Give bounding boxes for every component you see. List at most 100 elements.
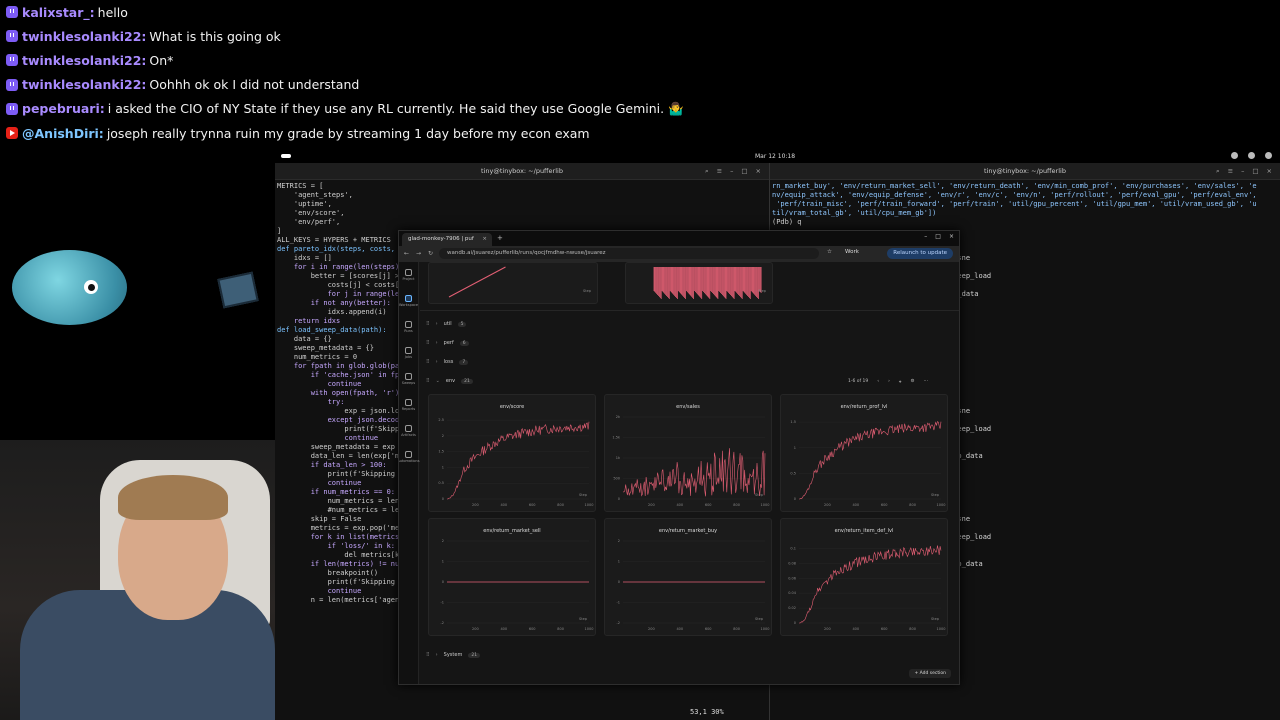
minimize-icon[interactable]: – [1241,167,1244,176]
y-tick-label: -1 [441,601,445,605]
chevron-icon[interactable]: › [436,359,438,365]
chat-text: i asked the CIO of NY State if they use … [107,100,684,116]
add-section-button[interactable]: + Add section [909,669,951,678]
section-name: env [445,378,456,384]
y-tick-label: -2 [617,621,621,625]
sidebar-item-artifacts[interactable]: Artifacts [399,418,418,444]
chart-panel[interactable]: env/return_item_def_lvl 0 0.02 0.04 0.06 0.08… [780,518,948,636]
x-tick-label: 600 [529,503,536,507]
browser-window[interactable]: glad-monkey-7906 | puf × + – □ × ← → ↻ wand… [398,230,960,685]
menu-icon[interactable]: ≡ [1228,167,1233,176]
section-env[interactable]: ⠿ ⌄ env 21 [426,374,473,388]
chevron-icon[interactable]: › [436,321,438,327]
more-icon[interactable]: ⋯ [924,379,929,385]
sidebar-item-automations[interactable]: Automations [399,444,420,470]
section-count: 21 [468,652,481,658]
chart-panel-partial[interactable]: Step [428,262,598,304]
y-tick-label: 1 [794,446,796,450]
volume-icon[interactable] [1248,152,1255,159]
x-tick-label: 200 [824,627,831,631]
chevron-icon[interactable]: › [436,652,438,658]
chat-username[interactable]: @AnishDiri: [22,126,104,141]
sidebar-item-workspace[interactable]: Workspace [399,288,418,314]
drag-handle-icon[interactable]: ⠿ [426,321,430,327]
clock[interactable]: Mar 12 10:18 [755,153,795,160]
chat-message: twinklesolanki22: Oohhh ok ok I did not u… [0,73,720,97]
pin-icon[interactable]: ⌖ [899,379,902,385]
sidebar-item-label: Runs [404,329,413,333]
y-tick-label: 1.5k [612,436,621,440]
sidebar-item-label: Sweeps [401,381,416,385]
twitch-icon [6,30,18,43]
y-tick-label: 500 [613,477,620,481]
wandb-workspace[interactable]: Step Step ⠿ › util 5 ⠿ › perf 6 ⠿ › loss 7 ⠿ ⌄ env 21 1-6 … [420,262,959,684]
x-tick-label: 800 [909,503,916,507]
profile-work-button[interactable]: Work [845,249,859,255]
minimize-icon[interactable]: – [730,167,733,176]
forward-icon[interactable]: → [416,250,421,257]
x-tick-label: 200 [824,503,831,507]
prev-page-icon[interactable]: ‹ [877,379,879,385]
close-icon[interactable]: × [1267,167,1272,176]
chart-panel[interactable]: env/return_prof_lvl 0 0.5 1 1.5 200 400 600 800 1… [780,394,948,512]
sidebar-item-sweeps[interactable]: Sweeps [399,366,418,392]
chat-username[interactable]: twinklesolanki22: [22,77,146,92]
section-loss[interactable]: ⠿ › loss 7 [426,355,469,369]
chart-svg: 0 0.5 1 1.5 200 400 600 800 1000 Step [790,420,945,507]
chat-username[interactable]: pepebruari: [22,101,105,116]
back-icon[interactable]: ← [404,250,409,257]
maximize-icon[interactable]: □ [935,233,941,240]
close-icon[interactable]: × [949,233,954,240]
browser-tab[interactable]: glad-monkey-7906 | puf × [402,233,492,246]
drag-handle-icon[interactable]: ⠿ [426,359,430,365]
stream-frame: kalixstar_: hello twinklesolanki22: What is… [0,0,1280,720]
y-tick-label: 0 [618,580,620,584]
menu-icon[interactable]: ≡ [717,167,722,176]
section-util[interactable]: ⠿ › util 5 [426,317,467,331]
section-perf[interactable]: ⠿ › perf 6 [426,336,469,350]
chart-panel[interactable]: env/return_market_buy -2 -1 0 1 2 200 400 600 800… [604,518,772,636]
maximize-icon[interactable]: □ [1252,167,1258,176]
close-icon[interactable]: × [756,167,761,176]
x-tick-label: 600 [529,627,536,631]
sidebar-item-project[interactable]: Project [399,262,418,288]
chart-panel-partial[interactable]: Step [625,262,773,304]
bookmark-icon[interactable]: ☆ [827,249,832,255]
chevron-icon[interactable]: › [436,340,438,346]
chart-svg: -2 -1 0 1 2 200 400 600 800 1000 Step [617,539,770,631]
power-icon[interactable] [1265,152,1272,159]
search-icon[interactable]: ⌕ [705,167,709,176]
url-input[interactable]: wandb.ai/jsuarez/pufferlib/runs/qocjfmdh… [439,248,819,259]
drag-handle-icon[interactable]: ⠿ [426,340,430,346]
section-system[interactable]: ⠿ › System 21 [426,648,481,662]
chart-panel[interactable]: env/score 0 0.5 1 1.5 2 2.5 200 400 600 800 1000 Ste… [428,394,596,512]
chat-username[interactable]: twinklesolanki22: [22,53,146,68]
sidebar-item-jobs[interactable]: Jobs [399,340,418,366]
drag-handle-icon[interactable]: ⠿ [426,378,430,384]
activities-button[interactable] [281,154,291,158]
settings-icon[interactable]: ⚙ [910,379,914,385]
left-terminal-title: tiny@tinybox: ~/pufferlib [481,166,563,175]
tab-close-icon[interactable]: × [482,236,487,242]
system-tray[interactable] [1231,152,1272,159]
next-page-icon[interactable]: › [888,379,890,385]
y-tick-label: 0.06 [788,576,796,580]
sidebar-item-runs[interactable]: Runs [399,314,418,340]
chat-text: What is this going ok [149,28,281,44]
new-tab-button[interactable]: + [497,234,503,242]
chart-panel[interactable]: env/sales 0 500 1k 1.5k 2k 200 400 600 800 1000 Ste… [604,394,772,512]
relaunch-button[interactable]: Relaunch to update [887,248,953,259]
network-icon[interactable] [1231,152,1238,159]
drag-handle-icon[interactable]: ⠿ [426,652,430,658]
minimize-icon[interactable]: – [924,233,927,240]
chat-username[interactable]: kalixstar_: [22,5,95,20]
chart-svg: -2 -1 0 1 2 200 400 600 800 1000 Step [441,539,594,631]
chat-username[interactable]: twinklesolanki22: [22,29,146,44]
chevron-icon[interactable]: ⌄ [436,378,440,384]
chart-panel[interactable]: env/return_market_sell -2 -1 0 1 2 200 400 600 80… [428,518,596,636]
maximize-icon[interactable]: □ [741,167,747,176]
y-tick-label: 0 [618,497,620,501]
sidebar-item-reports[interactable]: Reports [399,392,418,418]
reload-icon[interactable]: ↻ [428,250,433,257]
search-icon[interactable]: ⌕ [1216,167,1220,176]
